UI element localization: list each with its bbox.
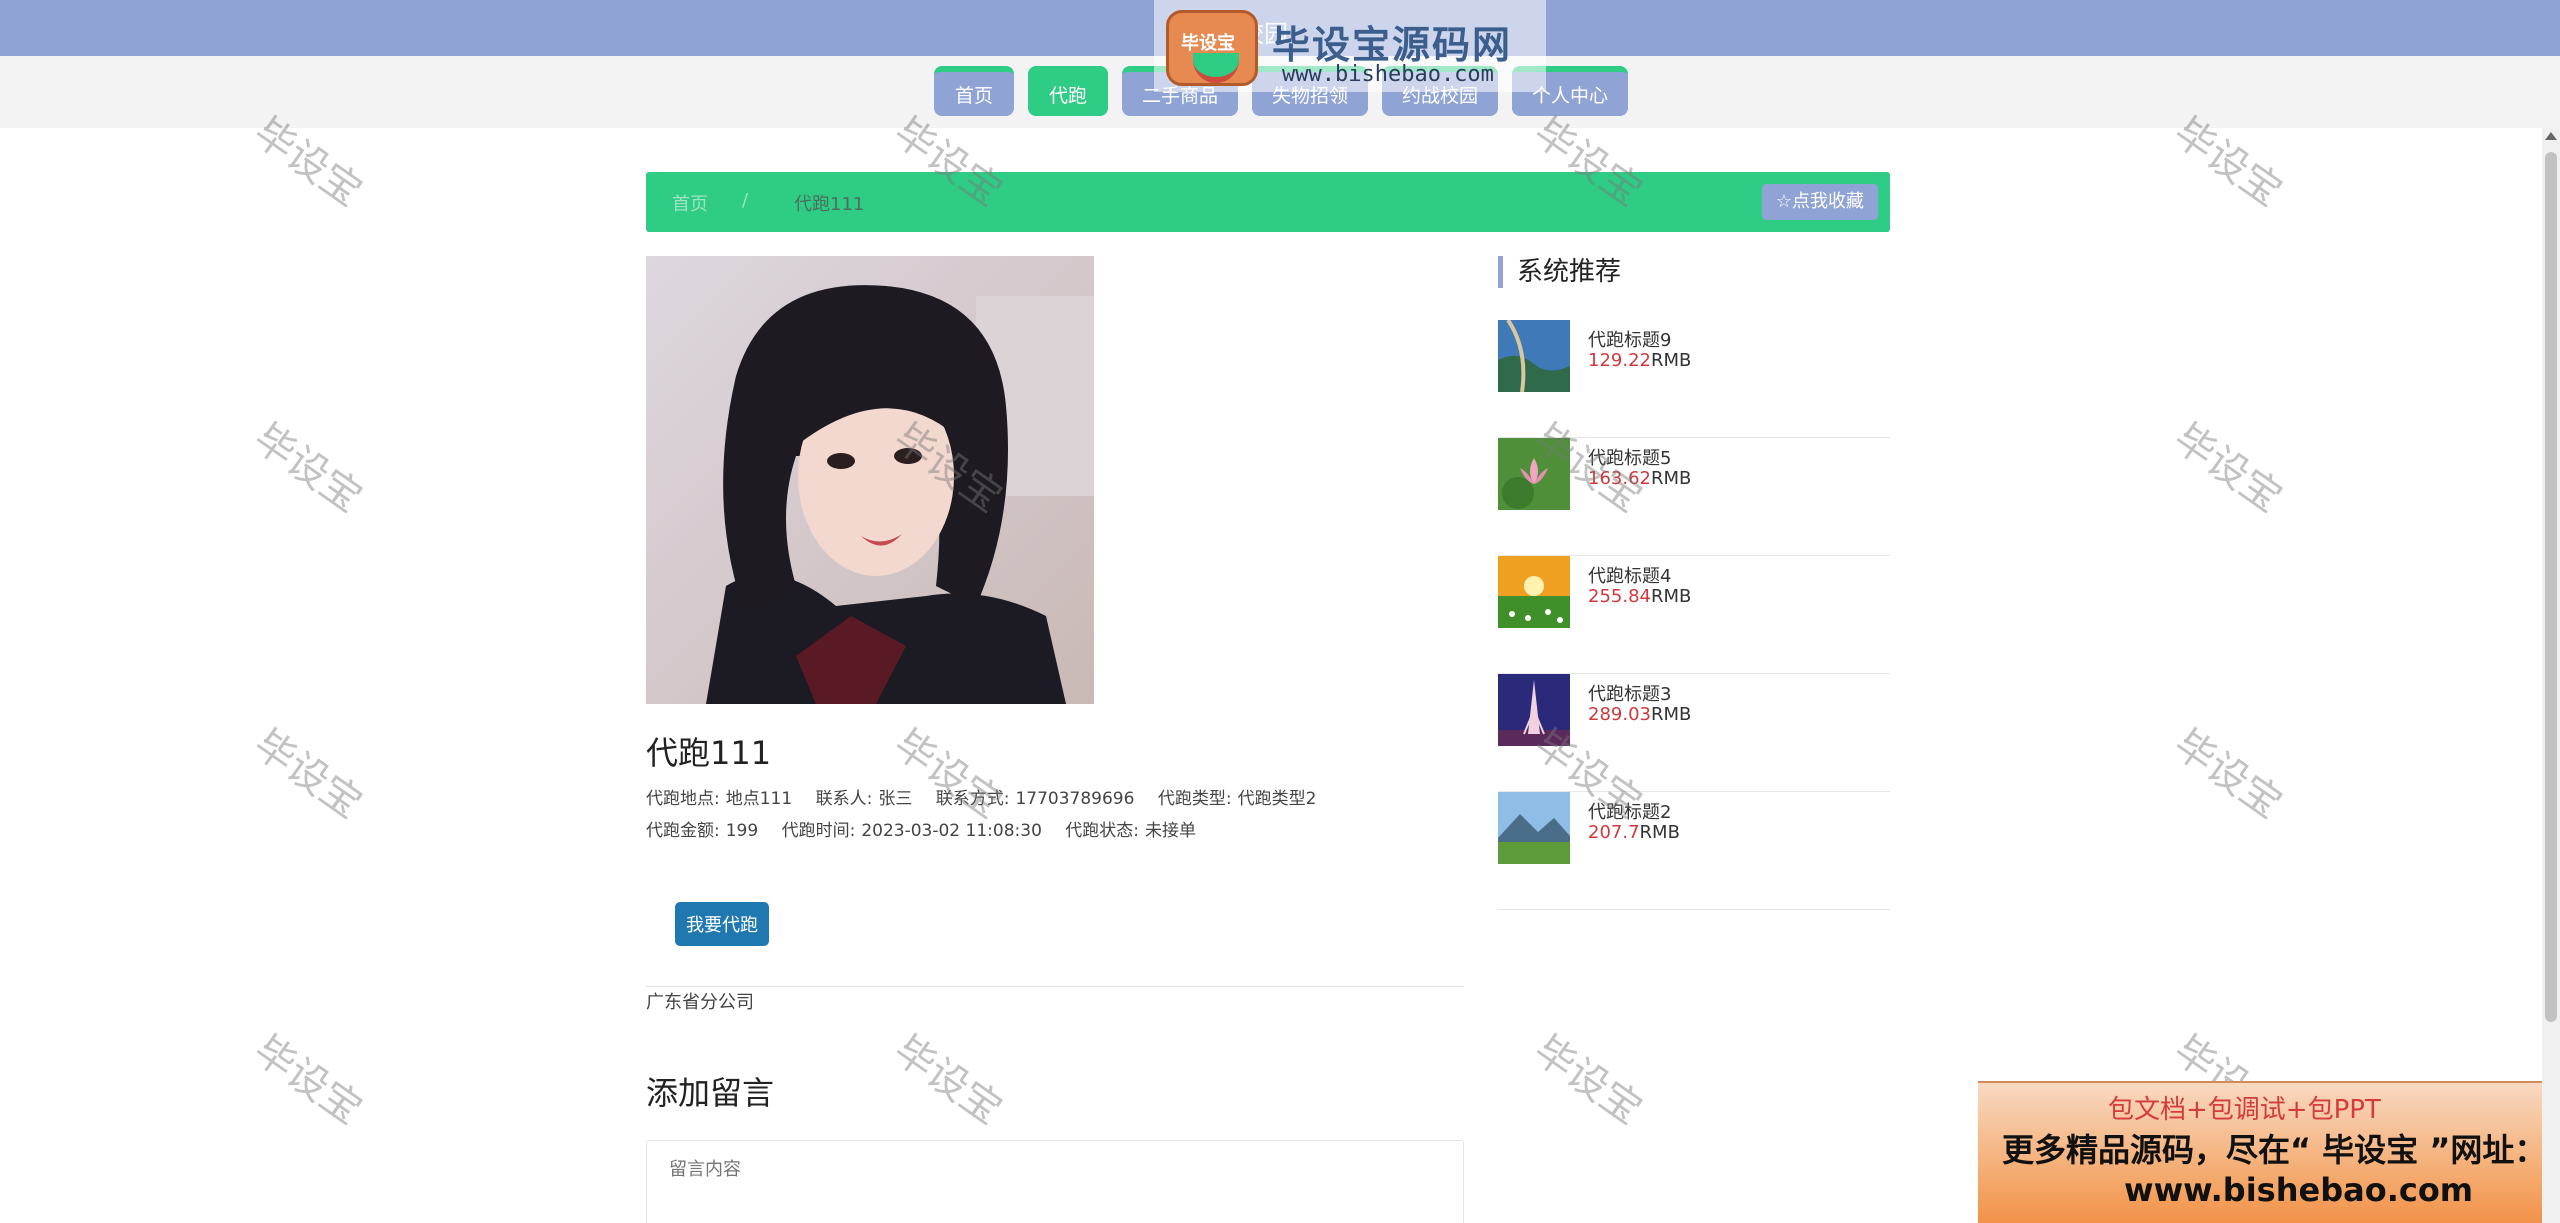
recommend-price: 163.62RMB — [1588, 468, 1691, 489]
promo-headline: 更多精品源码，尽在“ 毕设宝 ”网址： — [2002, 1131, 2547, 1169]
time-value: 2023-03-02 11:08:30 — [861, 821, 1042, 841]
portrait-image — [646, 256, 1094, 704]
price-unit: RMB — [1650, 586, 1692, 607]
watermark-text: 毕设宝 — [885, 721, 1011, 828]
recommend-thumbnail — [1498, 792, 1570, 864]
price-value: 207.7 — [1588, 822, 1640, 843]
time-label: 代跑时间: — [781, 821, 856, 841]
favorite-button[interactable]: ☆点我收藏 — [1761, 184, 1878, 220]
location-value: 地点111 — [725, 789, 793, 809]
promo-banner[interactable]: 包文档+包调试+包PPT 更多精品源码，尽在“ 毕设宝 ”网址： www.bis… — [1978, 1081, 2560, 1223]
sidebar-heading: 系统推荐 — [1498, 256, 1621, 288]
recommend-name: 代跑标题2 — [1588, 802, 1672, 823]
status-label: 代跑状态: — [1065, 821, 1140, 841]
recommend-item[interactable]: 代跑标题2 207.7RMB — [1498, 792, 1890, 910]
amount-value: 199 — [725, 821, 759, 841]
phone-label: 联系方式: — [935, 789, 1010, 809]
breadcrumb: 首页 / 代跑111 ☆点我收藏 — [646, 172, 1890, 232]
coastline-image — [1498, 320, 1570, 392]
errand-photo — [646, 256, 1094, 704]
watermark-text: 毕设宝 — [885, 1027, 1011, 1134]
watermark-text: 毕设宝 — [245, 721, 371, 828]
divider — [646, 986, 1464, 987]
nav-item-label: 首页 — [954, 84, 993, 107]
recommend-price: 289.03RMB — [1588, 704, 1691, 725]
recommend-item[interactable]: 代跑标题4 255.84RMB — [1498, 556, 1890, 674]
price-value: 129.22 — [1588, 350, 1651, 371]
promo-url: www.bishebao.com — [2124, 1171, 2474, 1209]
phone-value: 17703789696 — [1015, 789, 1135, 809]
watermark-text: 毕设宝 — [2165, 415, 2291, 522]
sunset-field-image — [1498, 556, 1570, 628]
recommend-name: 代跑标题3 — [1588, 684, 1672, 705]
status-value: 未接单 — [1145, 821, 1197, 841]
contact-label: 联系人: — [815, 789, 873, 809]
mountain-image — [1498, 792, 1570, 864]
price-unit: RMB — [1650, 350, 1692, 371]
logo-title: 毕设宝源码网 — [1272, 23, 1513, 67]
contact-value: 张三 — [878, 789, 913, 809]
comment-heading: 添加留言 — [646, 1074, 775, 1112]
watermark-text: 毕设宝 — [245, 415, 371, 522]
recommend-price: 129.22RMB — [1588, 350, 1691, 371]
scrollbar[interactable] — [2542, 128, 2560, 1223]
price-value: 255.84 — [1588, 586, 1651, 607]
recommend-thumbnail — [1498, 438, 1570, 510]
breadcrumb-separator: / — [742, 190, 749, 211]
price-value: 289.03 — [1588, 704, 1651, 725]
recommend-name: 代跑标题4 — [1588, 566, 1672, 587]
recommend-thumbnail — [1498, 320, 1570, 392]
amount-label: 代跑金额: — [646, 821, 720, 841]
breadcrumb-current: 代跑111 — [794, 194, 865, 215]
type-label: 代跑类型: — [1157, 789, 1232, 809]
type-value: 代跑类型2 — [1237, 789, 1317, 809]
recommend-name: 代跑标题5 — [1588, 448, 1672, 469]
price-unit: RMB — [1650, 468, 1692, 489]
logo-badge-icon: 毕设宝 — [1166, 10, 1258, 86]
promo-tagline: 包文档+包调试+包PPT — [2108, 1095, 2381, 1125]
scrollbar-thumb[interactable] — [2545, 152, 2557, 1022]
recommend-thumbnail — [1498, 674, 1570, 746]
nav-item-label: 代跑 — [1048, 84, 1087, 107]
watermark-text: 毕设宝 — [2165, 721, 2291, 828]
nav-item-home[interactable]: 首页 — [934, 66, 1014, 116]
recommend-price: 207.7RMB — [1588, 822, 1680, 843]
price-value: 163.62 — [1588, 468, 1651, 489]
logo-url: www.bishebao.com — [1282, 62, 1494, 87]
logo-badge-text: 毕设宝 — [1181, 33, 1235, 54]
logo-smile-icon — [1193, 53, 1239, 83]
detail-line-1: 代跑地点: 地点111 联系人: 张三 联系方式: 17703789696 代跑类型:… — [646, 784, 1334, 809]
logo-watermark: 毕设宝 毕设宝源码网 www.bishebao.com — [1154, 0, 1546, 92]
nav-item-errand[interactable]: 代跑 — [1028, 66, 1108, 116]
watermark-text: 毕设宝 — [245, 1027, 371, 1134]
price-unit: RMB — [1650, 704, 1692, 725]
lotus-image — [1498, 438, 1570, 510]
detail-line-2: 代跑金额: 199 代跑时间: 2023-03-02 11:08:30 代跑状态: 未… — [646, 816, 1214, 841]
recommend-item[interactable]: 代跑标题9 129.22RMB — [1498, 320, 1890, 438]
scroll-up-arrow-icon[interactable] — [2545, 132, 2557, 140]
breadcrumb-home-link[interactable]: 首页 — [672, 190, 708, 216]
recommend-thumbnail — [1498, 556, 1570, 628]
recommend-price: 255.84RMB — [1588, 586, 1691, 607]
recommend-item[interactable]: 代跑标题3 289.03RMB — [1498, 674, 1890, 792]
take-errand-button[interactable]: 我要代跑 — [675, 902, 769, 946]
watermark-text: 毕设宝 — [1525, 1027, 1651, 1134]
company-name: 广东省分公司 — [646, 992, 754, 1013]
eiffel-tower-image — [1498, 674, 1570, 746]
recommend-item[interactable]: 代跑标题5 163.62RMB — [1498, 438, 1890, 556]
recommend-name: 代跑标题9 — [1588, 330, 1672, 351]
comment-input[interactable] — [646, 1140, 1464, 1223]
price-unit: RMB — [1639, 822, 1680, 843]
location-label: 代跑地点: — [646, 789, 720, 809]
errand-title: 代跑111 — [646, 734, 772, 772]
